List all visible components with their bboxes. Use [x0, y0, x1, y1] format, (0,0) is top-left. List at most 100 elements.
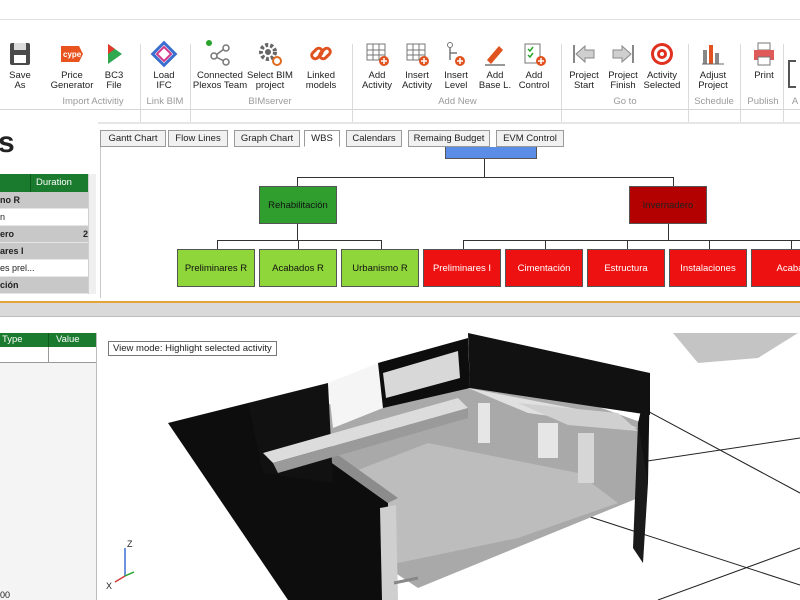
printer-icon	[754, 42, 774, 66]
activities-table: Duration no R5 n5 ero26 ares I5 es prel.…	[0, 174, 96, 294]
connector	[545, 240, 546, 249]
tab-calendars[interactable]: Calendars	[346, 130, 402, 147]
adjust-project-button[interactable]: Adjust Project	[685, 40, 741, 100]
arrow-right-icon	[612, 44, 634, 64]
tab-remaing-budget[interactable]: Remaing Budget	[408, 130, 490, 147]
save-icon	[10, 43, 30, 65]
duration-column-header[interactable]: Duration	[36, 174, 72, 192]
row-name: ares I	[0, 246, 24, 256]
add-control-button[interactable]: Add Control	[506, 40, 562, 100]
group-label-bimserver: BIMserver	[248, 96, 292, 107]
title-bar	[0, 0, 800, 20]
properties-row[interactable]	[0, 347, 96, 363]
wbs-node-preliminares-i[interactable]: Preliminares I	[423, 249, 501, 287]
wbs-node-invernadero[interactable]: Invernadero	[629, 186, 707, 224]
column-divider	[48, 347, 49, 363]
cype-icon: cype	[61, 46, 83, 62]
wbs-node-instalaciones[interactable]: Instalaciones	[669, 249, 747, 287]
column-divider	[48, 333, 49, 347]
view-mode-indicator: View mode: Highlight selected activity	[108, 341, 277, 356]
tab-graph-chart[interactable]: Graph Chart	[234, 130, 300, 147]
value-column-header[interactable]: Value	[56, 333, 80, 347]
axis-gizmo: Z X	[106, 539, 135, 591]
tab-flow-lines[interactable]: Flow Lines	[168, 130, 228, 147]
table-row[interactable]: es prel...5	[0, 260, 96, 277]
table-row[interactable]: no R5	[0, 192, 96, 209]
wbs-node-urbanismo-r[interactable]: Urbanismo R	[341, 249, 419, 287]
wbs-node-rehabilitacion[interactable]: Rehabilitación	[259, 186, 337, 224]
connector	[297, 177, 673, 178]
ribbon-bottom-border	[0, 122, 800, 124]
connector	[673, 177, 674, 186]
axis-x-label: X	[106, 581, 112, 591]
connected-plexos-team-button[interactable]: Connected Plexos Team	[192, 40, 248, 100]
collapsed-ribbon-icon[interactable]	[788, 60, 796, 88]
load-ifc-button[interactable]: Load IFC	[136, 40, 192, 100]
table-row[interactable]: ares I5	[0, 243, 96, 260]
group-label-link-bim: Link BIM	[146, 96, 184, 107]
bim-3d-viewer[interactable]: View mode: Highlight selected activity Z…	[98, 333, 800, 600]
column-divider	[30, 174, 31, 192]
group-label-import: Import Activitiy	[62, 96, 124, 107]
tab-evm-control[interactable]: EVM Control	[496, 130, 564, 147]
wbs-node-acabados-i[interactable]: Acaba	[751, 249, 800, 287]
row-name: ero	[0, 229, 15, 239]
wbs-node-acabados-r[interactable]: Acabados R	[259, 249, 337, 287]
save-as-button[interactable]: Save As	[0, 40, 48, 100]
add-control-label: Add Control	[518, 70, 550, 91]
lower-panel-header	[0, 318, 800, 333]
connector	[217, 240, 381, 241]
bim-model-view[interactable]	[98, 333, 800, 600]
row-name: ción	[0, 280, 19, 290]
row-name: es prel...	[0, 263, 35, 273]
gear-icon	[259, 43, 282, 66]
horizontal-splitter[interactable]	[0, 303, 800, 317]
ifc-icon	[150, 40, 178, 68]
tab-wbs[interactable]: WBS	[304, 130, 340, 147]
connected-plexos-team-label: Connected Plexos Team	[192, 70, 248, 91]
ribbon-separator	[190, 44, 191, 124]
group-label-go-to: Go to	[613, 96, 637, 107]
row-name: no R	[0, 195, 20, 205]
target-icon	[651, 43, 673, 65]
group-label-cut: A	[791, 96, 799, 107]
properties-panel: Type Value 00	[0, 333, 97, 600]
tab-gantt-chart[interactable]: Gantt Chart	[100, 130, 166, 147]
select-bim-project-label: Select BIM project	[247, 70, 293, 91]
save-as-label: Save As	[9, 70, 31, 91]
table-row[interactable]: n5	[0, 209, 96, 226]
group-label-schedule: Schedule	[694, 96, 734, 107]
connector	[297, 177, 298, 186]
insert-level-icon	[447, 42, 465, 66]
type-column-header[interactable]: Type	[2, 333, 23, 347]
linked-models-button[interactable]: Linked models	[293, 40, 349, 100]
table-row[interactable]: ero26	[0, 226, 96, 243]
ribbon-separator	[783, 44, 784, 124]
table-scrollbar[interactable]	[88, 174, 96, 294]
arrow-left-icon	[573, 44, 595, 64]
connector	[463, 240, 464, 249]
connection-icon	[206, 40, 230, 66]
connector	[297, 224, 298, 240]
add-control-icon	[524, 43, 546, 66]
insert-activity-icon	[406, 43, 429, 66]
select-bim-project-button[interactable]: Select BIM project	[242, 40, 298, 100]
bc3-file-button[interactable]: BC3 File	[86, 40, 142, 100]
svg-text:cype: cype	[63, 50, 82, 59]
connector	[463, 240, 800, 241]
add-baseline-icon	[485, 46, 505, 66]
axis-z-label: Z	[127, 539, 133, 549]
adjust-project-label: Adjust Project	[698, 70, 728, 91]
table-row[interactable]: ción5	[0, 277, 96, 294]
wbs-root-node[interactable]	[445, 147, 537, 159]
wbs-node-estructura[interactable]: Estructura	[587, 249, 665, 287]
add-activity-icon	[366, 43, 389, 66]
connector	[217, 240, 218, 249]
wbs-diagram: Rehabilitación Invernadero Preliminares …	[100, 147, 800, 298]
wbs-node-cimentacion[interactable]: Cimentación	[505, 249, 583, 287]
adjust-icon	[702, 45, 724, 65]
wbs-node-preliminares-r[interactable]: Preliminares R	[177, 249, 255, 287]
panel-title: s	[0, 126, 15, 159]
bc3-file-icon	[108, 44, 122, 64]
activity-selected-button[interactable]: Activity Selected	[634, 40, 690, 100]
